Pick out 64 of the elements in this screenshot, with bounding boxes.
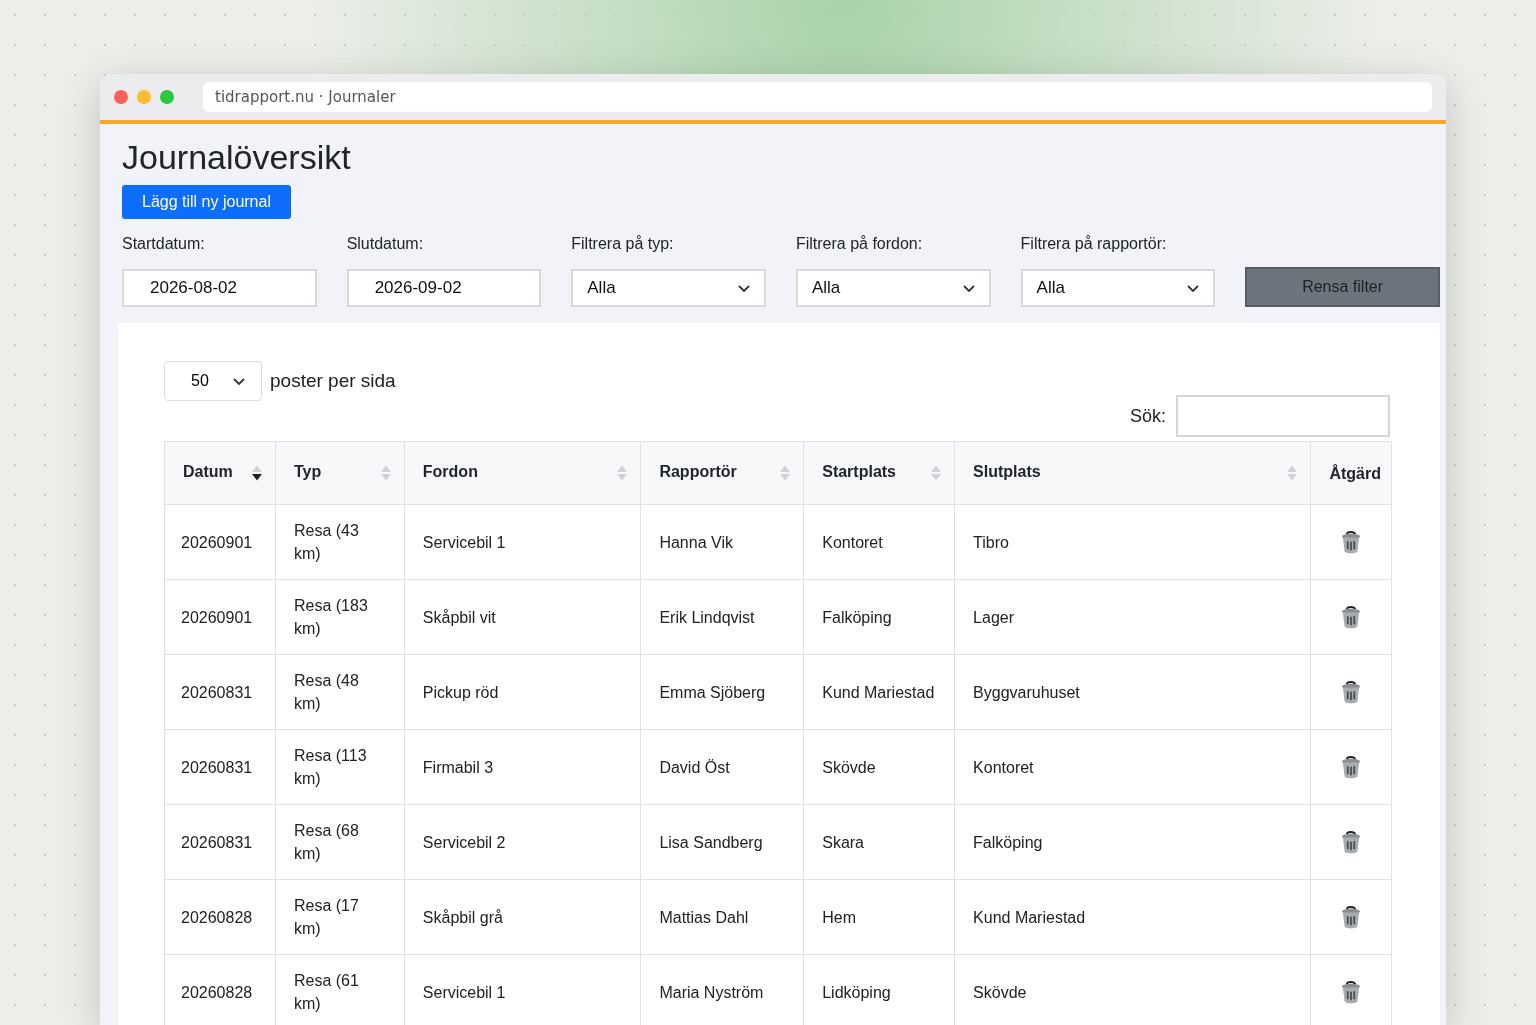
table-cell: Resa (113 km) <box>275 729 405 805</box>
table-cell: 20260831 <box>164 804 276 880</box>
search-field[interactable] <box>1176 395 1390 437</box>
table-cell: Emma Sjöberg <box>640 654 804 730</box>
table-cell: Resa (68 km) <box>275 804 405 880</box>
search-label: Sök: <box>1129 405 1166 427</box>
table-cell: Hem <box>803 879 955 955</box>
window-control-dot[interactable] <box>137 90 151 104</box>
table-cell: Erik Lindqvist <box>640 579 804 655</box>
table-cell: Resa (43 km) <box>275 504 405 580</box>
select-field[interactable]: Alla <box>1020 269 1216 307</box>
table-cell: Resa (183 km) <box>275 579 405 655</box>
select-field[interactable]: Alla <box>571 269 766 307</box>
table-cell: Firmabil 3 <box>404 729 641 805</box>
table-cell: 20260901 <box>164 579 276 655</box>
address-bar[interactable]: tidrapport.nu · Journaler <box>203 82 1432 112</box>
window-control-dot[interactable] <box>160 90 174 104</box>
table-cell: 20260831 <box>164 654 276 730</box>
column-header[interactable]: Datum <box>164 441 276 505</box>
table-cell: David Öst <box>640 729 804 805</box>
table-cell: Mattias Dahl <box>640 879 804 955</box>
page-size-label: poster per sida <box>270 370 396 392</box>
table-cell: Kontoret <box>954 729 1311 805</box>
table-cell: Byggvaruhuset <box>954 654 1311 730</box>
field-label: Startdatum: <box>122 235 206 253</box>
table-cell: 20260831 <box>164 729 276 805</box>
window-control-dot[interactable] <box>114 90 128 104</box>
field-label: Filtrera på fordon: <box>795 235 924 253</box>
table-cell: 20260901 <box>164 504 276 580</box>
table-cell: Skåpbil grå <box>404 879 641 955</box>
table-cell: Lisa Sandberg <box>640 804 804 880</box>
table-cell: Servicebil 2 <box>404 804 641 880</box>
table-cell: Falköping <box>954 804 1311 880</box>
table-cell: Resa (48 km) <box>275 654 405 730</box>
column-header[interactable]: Åtgärd <box>1310 441 1392 505</box>
field-label: Slutdatum: <box>346 235 425 253</box>
column-header[interactable]: Fordon <box>404 441 641 505</box>
table-cell: 20260828 <box>164 954 276 1025</box>
table-cell: Hanna Vik <box>640 504 804 580</box>
add-journal-button[interactable]: Lägg till ny journal <box>122 185 291 219</box>
table-cell: Pickup röd <box>404 654 641 730</box>
column-header[interactable]: Startplats <box>803 441 955 505</box>
select-field[interactable]: Alla <box>795 269 991 307</box>
date-field[interactable]: 2026-08-02 <box>122 269 317 307</box>
table-cell: Servicebil 1 <box>404 504 641 580</box>
table-cell: Skåpbil vit <box>404 579 641 655</box>
field-label: Filtrera på rapportör: <box>1020 235 1168 253</box>
table-cell: 20260828 <box>164 879 276 955</box>
table-cell: Kund Mariestad <box>954 879 1311 955</box>
table-cell: Tibro <box>954 504 1311 580</box>
table-cell: Skövde <box>803 729 955 805</box>
table-cell: Kontoret <box>803 504 955 580</box>
table-cell: Kund Mariestad <box>803 654 955 730</box>
column-header[interactable]: Rapportör <box>640 441 804 505</box>
page-heading: Journalöversikt <box>122 138 352 177</box>
page-size-select[interactable]: 50 <box>164 361 262 401</box>
table-cell: Resa (17 km) <box>275 879 405 955</box>
column-header[interactable]: Slutplats <box>954 441 1311 505</box>
table-cell: Skara <box>803 804 955 880</box>
column-header[interactable]: Typ <box>275 441 405 505</box>
field-label: Filtrera på typ: <box>571 235 675 253</box>
table-cell: Falköping <box>803 579 955 655</box>
date-field[interactable]: 2026-09-02 <box>346 269 542 307</box>
table-cell: Lager <box>954 579 1311 655</box>
